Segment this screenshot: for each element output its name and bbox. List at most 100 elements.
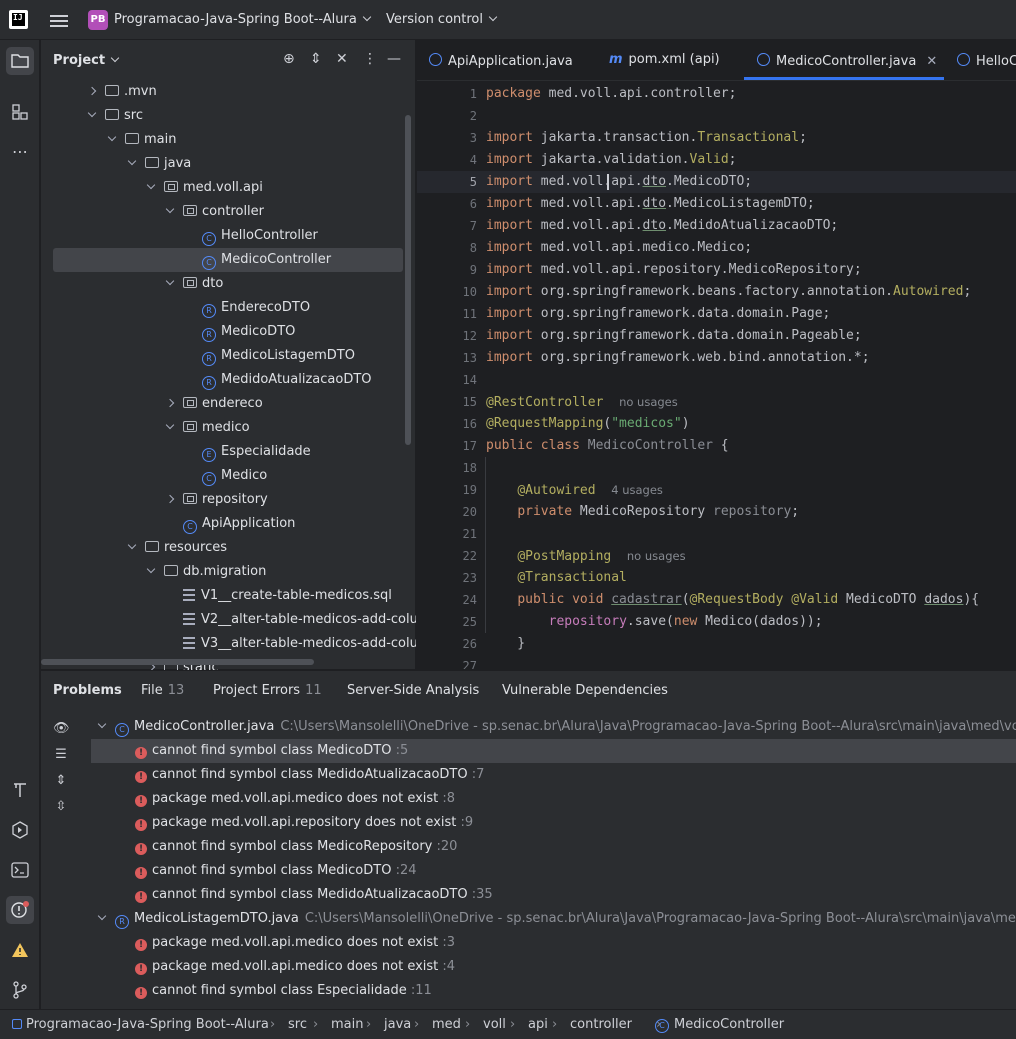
tab-problems[interactable]: Problems [53,683,122,698]
code-area[interactable]: 1 package med.voll.api.controller; 2 3 impor… [417,82,1016,669]
code-line[interactable]: @Transactional [486,567,627,589]
code-line[interactable]: import org.springframework.web.bind.anno… [486,347,870,369]
tree-vertical-scrollbar[interactable] [405,115,411,445]
tree-item[interactable]: dto [53,272,443,296]
collapse-all-icon[interactable]: ⇳ [53,799,69,815]
code-line[interactable]: import med.voll.api.dto.MedidoAtualizaca… [486,215,838,237]
code-line[interactable]: @Autowired 4 usages [486,479,663,501]
tab-project-errors[interactable]: Project Errors 11 [213,683,322,698]
tab-vulnerable-dependencies[interactable]: Vulnerable Dependencies [502,683,668,698]
tree-item[interactable]: medico [53,416,443,440]
problem-item[interactable]: ! cannot find symbol class MedicoDTO :24 [91,859,1016,883]
problem-item[interactable]: ! cannot find symbol class MedicoReposito… [91,835,1016,859]
project-panel-title[interactable]: Project [53,53,120,68]
tree-item[interactable]: C HelloController [53,224,443,248]
tree-item[interactable]: repository [53,488,443,512]
code-line[interactable]: package med.voll.api.controller; [486,83,736,105]
tree-horizontal-scrollbar[interactable] [41,659,314,665]
tree-item[interactable]: C Medico [53,464,443,488]
chevron-right-icon[interactable] [165,398,175,408]
breadcrumb-item[interactable]: src [288,1017,307,1032]
problem-file-group[interactable]: C MedicoController.java C:\Users\Mansolell… [91,715,1016,739]
code-line[interactable]: import med.voll.api.dto.MedicoDTO; [486,171,752,193]
preview-icon[interactable]: ☰ [53,747,69,763]
problem-file-group[interactable]: R MedicoListagemDTO.java C:\Users\Mansolel… [91,907,1016,931]
code-line[interactable]: public class MedicoController { [486,435,729,457]
main-menu-icon[interactable] [50,12,68,28]
tree-item[interactable]: resources [53,536,443,560]
problem-item[interactable]: ! cannot find symbol class MedidoAtualiza… [91,763,1016,787]
breadcrumb-item[interactable]: med [432,1017,461,1032]
tree-item[interactable]: R EnderecoDTO [53,296,443,320]
tree-item[interactable]: med.voll.api [53,176,443,200]
chevron-right-icon[interactable] [165,494,175,504]
problem-item[interactable]: ! package med.voll.api.repository does no… [91,811,1016,835]
expand-all-icon[interactable]: ⇕ [53,773,69,789]
tab-pom-xml[interactable]: m pom.xml (api) [609,52,720,67]
code-line[interactable]: import org.springframework.data.domain.P… [486,303,830,325]
services-icon[interactable] [6,816,34,844]
intellij-logo-icon[interactable]: IJ [9,10,28,29]
code-line[interactable]: } [486,633,525,655]
tree-item[interactable]: R MedidoAtualizacaoDTO [53,368,443,392]
problem-item[interactable]: ! cannot find symbol class MedicoDTO :5 [91,739,1016,763]
breadcrumb-item[interactable]: api [528,1017,548,1032]
problem-item[interactable]: ! cannot find symbol class MedidoAtualiza… [91,883,1016,907]
code-line[interactable]: import org.springframework.data.domain.P… [486,325,862,347]
chevron-down-icon[interactable] [165,276,175,286]
code-line[interactable]: import jakarta.transaction.Transactional… [486,127,807,149]
warning-icon[interactable] [6,936,34,964]
project-folder-icon[interactable] [6,47,34,75]
build-hammer-icon[interactable] [6,776,34,804]
breadcrumb-item[interactable]: MedicoController [674,1017,784,1032]
eye-icon[interactable]: 👁 [53,721,70,737]
code-line[interactable]: @RestController no usages [486,391,678,413]
tree-item[interactable]: C MedicoController [53,248,403,272]
tree-item[interactable]: java [53,152,443,176]
tab-server-side-analysis[interactable]: Server-Side Analysis [347,683,479,698]
tree-item[interactable]: controller [53,200,443,224]
chevron-down-icon[interactable] [146,564,156,574]
tree-item[interactable]: .mvn [53,80,443,104]
chevron-down-icon[interactable] [165,204,175,214]
code-line[interactable]: repository.save(new Medico(dados)); [486,611,823,633]
tree-item[interactable]: E Especialidade [53,440,443,464]
close-tab-icon[interactable]: ✕ [926,54,937,69]
project-switcher[interactable]: Programacao-Java-Spring Boot--Alura [114,12,372,27]
code-line[interactable]: private MedicoRepository repository; [486,501,799,523]
chevron-down-icon[interactable] [127,540,137,550]
chevron-down-icon[interactable] [107,132,117,142]
tab-apiapplication[interactable]: ApiApplication.java [429,52,573,69]
more-icon[interactable]: ⋯ [6,138,34,166]
git-icon[interactable] [6,976,34,1004]
chevron-right-icon[interactable] [87,86,97,96]
tree-item[interactable]: V3__alter-table-medicos-add-column [53,632,443,656]
tree-item[interactable]: src [53,104,443,128]
problems-icon[interactable] [6,896,34,924]
problem-item[interactable]: ! cannot find symbol class Especialidade … [91,979,1016,1003]
code-line[interactable]: import jakarta.validation.Valid; [486,149,736,171]
chevron-down-icon[interactable] [165,420,175,430]
tree-item[interactable]: endereco [53,392,443,416]
tree-item[interactable]: R MedicoListagemDTO [53,344,443,368]
code-line[interactable]: import med.voll.api.dto.MedicoListagemDT… [486,193,815,215]
tree-item[interactable]: R MedicoDTO [53,320,443,344]
problem-item[interactable]: ! package med.voll.api.medico does not ex… [91,955,1016,979]
tab-hellocontroller[interactable]: HelloC [957,52,1016,69]
code-line[interactable]: import med.voll.api.medico.Medico; [486,237,752,259]
code-line[interactable]: import org.springframework.beans.factory… [486,281,971,303]
tab-medicocontroller[interactable]: MedicoController.java ✕ [757,52,937,69]
tree-item[interactable]: V1__create-table-medicos.sql [53,584,443,608]
tree-item[interactable]: C ApiApplication [53,512,443,536]
collapse-all-icon[interactable]: ✕ [336,51,348,67]
problem-item[interactable]: ! package med.voll.api.medico does not ex… [91,787,1016,811]
terminal-icon[interactable] [6,856,34,884]
chevron-down-icon[interactable] [97,719,107,729]
expand-all-icon[interactable]: ⇕ [310,51,322,67]
code-line[interactable]: import med.voll.api.repository.MedicoRep… [486,259,862,281]
breadcrumb-item[interactable]: main [331,1017,363,1032]
breadcrumb-item[interactable]: controller [570,1017,632,1032]
version-control-menu[interactable]: Version control [386,12,498,27]
code-line[interactable]: public void cadastrar(@RequestBody @Vali… [486,589,979,611]
problem-item[interactable]: ! package med.voll.api.medico does not ex… [91,931,1016,955]
